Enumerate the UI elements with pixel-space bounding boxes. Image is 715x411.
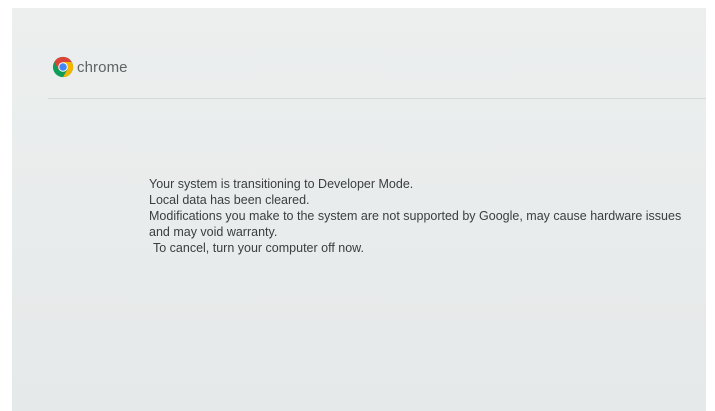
status-line-data-cleared: Local data has been cleared.: [149, 193, 310, 207]
warning-paragraph: Modifications you make to the system are…: [149, 209, 682, 239]
header-divider: [48, 98, 706, 99]
chrome-logo-icon: [52, 56, 74, 78]
developer-mode-transition-screen: chrome Your system is transitioning to D…: [12, 8, 706, 411]
developer-mode-message: Your system is transitioning to Develope…: [149, 176, 699, 256]
chrome-header: chrome: [52, 56, 128, 78]
status-paragraph: Your system is transitioning to Develope…: [149, 176, 699, 208]
chrome-wordmark: chrome: [77, 58, 128, 76]
status-line-transitioning: Your system is transitioning to Develope…: [149, 177, 414, 191]
cancel-instruction: To cancel, turn your computer off now.: [153, 241, 364, 255]
